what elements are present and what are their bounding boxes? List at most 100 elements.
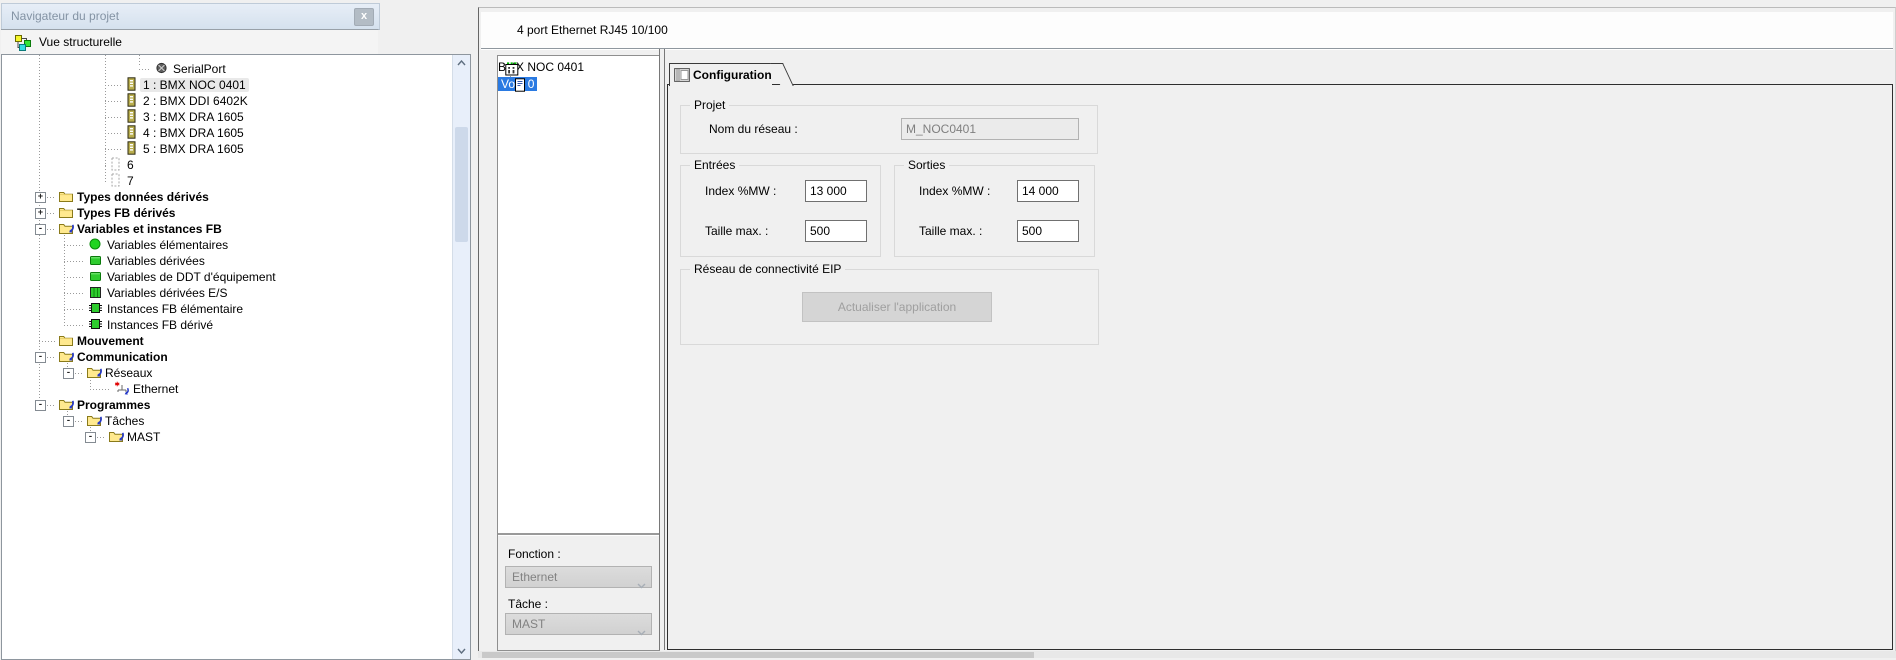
network-name-label: Nom du réseau : [709,122,798,136]
function-select: Ethernet [505,566,652,588]
module-icon [124,93,141,108]
tree-scrollbar[interactable] [452,55,470,659]
module-channel-panel: BMX NOC 0401 Voie 0 Fonction : Ethernet [497,55,660,651]
network-name-field [901,118,1079,140]
expand-toggle[interactable]: - [63,416,74,427]
chevron-down-icon [637,575,646,596]
module-header-title: 4 port Ethernet RJ45 10/100 [517,12,668,48]
tree-item[interactable]: 2 : BMX DDI 6402K [2,93,452,109]
panel-splitter[interactable] [659,49,665,650]
tree-item-label: Réseaux [105,366,152,380]
device-node[interactable]: BMX NOC 0401 [498,60,659,76]
chip-icon [88,301,105,316]
expand-toggle[interactable]: - [85,432,96,443]
folder-open-icon [86,413,103,428]
tree-item-label: Types FB dérivés [77,206,175,220]
task-label: Tâche : [508,597,548,611]
tree-item[interactable]: - Tâches [2,413,452,429]
structural-view-label: Vue structurelle [39,30,122,55]
module-header: 4 port Ethernet RJ45 10/100 [481,12,1893,49]
tree-item[interactable]: - Réseaux [2,365,452,381]
tree-item[interactable]: 3 : BMX DRA 1605 [2,109,452,125]
empty-slot-icon [108,173,125,188]
sorties-size-field[interactable] [1017,220,1079,242]
tree-item-label: Variables de DDT d'équipement [107,270,276,284]
folder-open-icon [58,349,75,364]
tree-item[interactable]: Ethernet [2,381,452,397]
tree-item[interactable]: -Programmes [2,397,452,413]
tree-item[interactable]: Variables de DDT d'équipement [2,269,452,285]
tree-item[interactable]: 4 : BMX DRA 1605 [2,125,452,141]
horizontal-scrollbar[interactable] [478,651,1896,658]
sorties-index-field[interactable] [1017,180,1079,202]
tree-item[interactable]: Variables dérivées [2,253,452,269]
module-icon [124,141,141,156]
tree-item[interactable]: 7 [2,173,452,189]
tree-item[interactable]: + Types FB dérivés [2,205,452,221]
tree-item[interactable]: - Communication [2,349,452,365]
entrees-index-field[interactable] [805,180,867,202]
scroll-down-icon[interactable] [453,643,470,659]
expand-toggle[interactable]: + [35,192,46,203]
folder-open-icon [58,221,75,236]
expand-toggle[interactable]: + [35,208,46,219]
tree-item[interactable]: 6 [2,157,452,173]
channel-doc-icon [514,78,531,93]
tree-item[interactable]: -Variables et instances FB [2,221,452,237]
group-sorties: Sorties Index %MW : Taille max. : [894,165,1095,257]
tree-item[interactable]: SerialPort [2,61,452,77]
expand-toggle[interactable]: - [35,224,46,235]
green-cube-icon [88,253,105,268]
expand-toggle[interactable]: - [63,368,74,379]
tree-item-label: Instances FB élémentaire [107,302,243,316]
tree-item-label: 6 [127,158,134,172]
tree-item[interactable]: Instances FB dérivé [2,317,452,333]
green-grid-icon [88,285,105,300]
scrollbar-thumb[interactable] [482,652,1034,658]
tree-item-label: SerialPort [173,62,226,76]
tree-item[interactable]: +Types données dérivés [2,189,452,205]
tab-configuration[interactable]: Configuration [669,63,772,86]
ethernet-icon [114,381,131,396]
project-tree: SerialPort1 : BMX NOC 04012 : BMX DDI 64… [1,54,471,660]
group-entrees: Entrées Index %MW : Taille max. : [680,165,881,257]
function-value: Ethernet [512,570,557,584]
module-editor-window: 4 port Ethernet RJ45 10/100 [478,7,1896,653]
expand-toggle[interactable]: - [35,400,46,411]
scrollbar-thumb[interactable] [455,127,468,242]
tree-item-label: Communication [77,350,168,364]
tree-item-label: MAST [127,430,160,444]
tree-item[interactable]: - MAST [2,429,452,445]
tree-item[interactable]: Variables dérivées E/S [2,285,452,301]
project-navigator-panel: Navigateur du projet x Vue structurelle … [0,0,473,658]
update-application-button: Actualiser l'application [802,292,992,322]
tree-item[interactable]: Mouvement [2,333,452,349]
group-title: Entrées [690,158,739,172]
chevron-down-icon [637,622,646,643]
scroll-up-icon[interactable] [453,55,470,71]
close-icon[interactable]: x [354,8,374,26]
tree-item[interactable]: 5 : BMX DRA 1605 [2,141,452,157]
entrees-size-field[interactable] [805,220,867,242]
tree-item-label: 3 : BMX DRA 1605 [143,110,244,124]
tree-item-label: Variables dérivées E/S [107,286,228,300]
configuration-page: Projet Nom du réseau : Entrées Index %MW… [667,84,1893,650]
panel-titlebar: Navigateur du projet x [1,3,380,30]
configuration-tab-icon [674,68,690,85]
group-title: Projet [690,98,729,112]
tree-item-label: 4 : BMX DRA 1605 [143,126,244,140]
tree-item-label: 7 [127,174,134,188]
group-projet: Projet Nom du réseau : [680,105,1098,154]
tree-item[interactable]: Variables élémentaires [2,237,452,253]
tree-item-label: 2 : BMX DDI 6402K [143,94,248,108]
tree-item[interactable]: Instances FB élémentaire [2,301,452,317]
folder-icon [58,189,75,204]
structural-view-bar[interactable]: Vue structurelle [1,29,378,55]
tree-item[interactable]: 1 : BMX NOC 0401 [2,77,452,93]
expand-toggle[interactable]: - [35,352,46,363]
function-label: Fonction : [508,547,561,561]
structure-view-icon [14,34,31,54]
empty-slot-icon [108,157,125,172]
channel-node[interactable]: Voie 0 [498,77,659,93]
tree-item-label: Tâches [105,414,144,428]
